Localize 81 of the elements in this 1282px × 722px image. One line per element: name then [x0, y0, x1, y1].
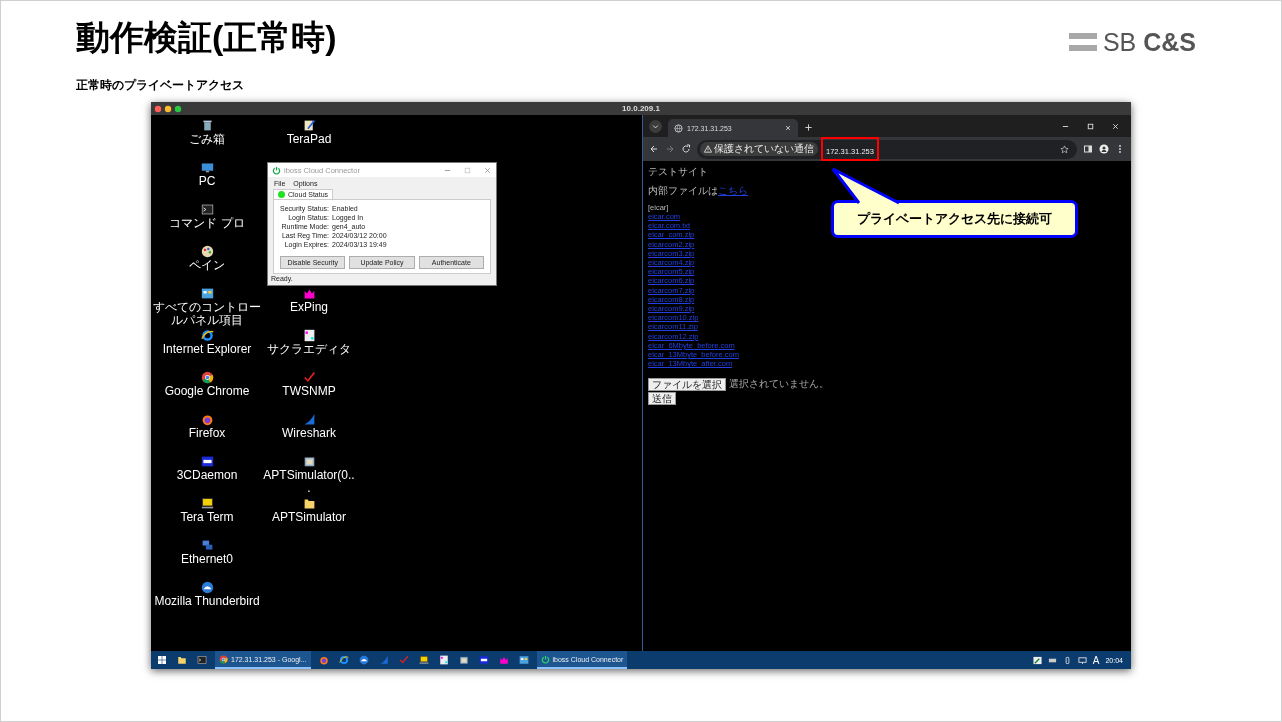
computers-icon[interactable]: [200, 539, 214, 552]
desktop-icon-label[interactable]: 3CDaemon: [176, 469, 238, 482]
desktop-icon-label[interactable]: Mozilla Thunderbird: [154, 595, 260, 608]
monitor-icon[interactable]: [418, 655, 429, 665]
tab-search-icon[interactable]: [649, 120, 662, 133]
folder-icon[interactable]: [177, 655, 187, 665]
desktop-icon-label[interactable]: TeraPad: [286, 133, 332, 146]
crown-icon[interactable]: [498, 655, 509, 665]
desktop-icon-label[interactable]: ExPing: [290, 301, 328, 314]
window-title: 10.0.209.1: [622, 104, 660, 113]
control-panel-icon[interactable]: [200, 287, 214, 300]
start-icon[interactable]: [157, 655, 167, 665]
color-wheel-icon[interactable]: [200, 371, 214, 384]
package-icon[interactable]: [302, 455, 316, 468]
checkmark-icon[interactable]: [302, 371, 316, 384]
security-chip[interactable]: 保護されていない通信: [700, 142, 818, 156]
monitor-icon[interactable]: [200, 497, 214, 510]
desktop-icon-label[interactable]: ペイン: [189, 259, 225, 272]
tile-icon[interactable]: [200, 455, 214, 468]
ime-indicator[interactable]: A: [1092, 654, 1100, 666]
network-icon[interactable]: [1032, 655, 1042, 665]
reload-icon[interactable]: [681, 144, 691, 154]
checkmark-icon[interactable]: [398, 655, 409, 665]
star-icon[interactable]: [1060, 144, 1069, 154]
crown-icon[interactable]: [302, 287, 316, 300]
desktop-icon-label[interactable]: APTSimulator(0...: [263, 469, 355, 495]
desktop-icon-label[interactable]: Wireshark: [282, 427, 336, 440]
orbit-icon[interactable]: [200, 329, 214, 342]
display-icon[interactable]: [1077, 655, 1087, 665]
folder-icon[interactable]: [302, 497, 316, 510]
slide-subtitle: 正常時のプライベートアクセス: [76, 77, 245, 94]
warning-icon: [704, 145, 712, 153]
file-choose-button[interactable]: ファイルを選択: [648, 378, 726, 392]
control-panel-icon[interactable]: [518, 655, 529, 665]
globe-icon: [674, 123, 683, 133]
package-icon[interactable]: [458, 655, 469, 665]
document-icon[interactable]: [302, 329, 316, 342]
close-icon[interactable]: [784, 124, 792, 132]
palette-icon[interactable]: [200, 245, 214, 258]
power-icon: [272, 165, 281, 175]
maximize-icon[interactable]: [1086, 122, 1095, 131]
orb-icon[interactable]: [318, 655, 329, 665]
power-icon: [540, 654, 550, 664]
desktop-icon-label[interactable]: ごみ箱: [189, 133, 225, 146]
desktop-icon-label[interactable]: すべてのコントロールパネル項目: [151, 301, 263, 327]
monitor-icon[interactable]: [200, 161, 214, 174]
security-label[interactable]: 保護されていない通信: [714, 144, 814, 154]
desktop-icon-label[interactable]: Ethernet0: [180, 553, 233, 566]
circle-icon[interactable]: [200, 581, 214, 594]
desktop-icon-label[interactable]: Internet Explorer: [162, 343, 252, 356]
desktop-icon-label[interactable]: PC: [198, 175, 216, 188]
orb-icon[interactable]: [200, 413, 214, 426]
back-arrow-icon[interactable]: [649, 144, 659, 154]
new-tab-icon[interactable]: [804, 123, 813, 132]
terminal-icon[interactable]: [200, 203, 214, 216]
circle-icon[interactable]: [358, 655, 369, 665]
terminal-icon[interactable]: [197, 655, 207, 665]
file-status-text: 選択されていません。: [729, 377, 829, 392]
desktop-icon-label[interactable]: APTSimulator: [272, 511, 346, 524]
page-text: 内部ファイルはこちら: [648, 184, 748, 197]
desktop-icon-label[interactable]: Google Chrome: [164, 385, 250, 398]
desktop-icon-label[interactable]: Tera Term: [180, 511, 234, 524]
tile-icon[interactable]: [478, 655, 489, 665]
close-icon[interactable]: [1111, 122, 1120, 131]
logo-text: SB C&S: [1102, 27, 1196, 57]
trash-icon[interactable]: [200, 119, 214, 132]
desktop-icon-label[interactable]: TWSNMP: [282, 385, 336, 398]
submit-button[interactable]: 送信: [648, 392, 676, 406]
window-buttons-icon[interactable]: [154, 104, 184, 113]
profile-icon[interactable]: [1099, 144, 1109, 154]
color-wheel-icon: [219, 654, 228, 664]
desktop-icon-label[interactable]: サクラエディタ: [267, 343, 351, 356]
side-panel-icon[interactable]: [1083, 144, 1093, 154]
slide-title: 動作検証(正常時): [76, 17, 337, 58]
page-heading: テストサイト: [648, 165, 708, 178]
desktop-icon-label[interactable]: Firefox: [188, 427, 226, 440]
pen-paper-icon[interactable]: [302, 119, 316, 132]
forward-arrow-icon[interactable]: [665, 144, 675, 154]
document-icon[interactable]: [438, 655, 449, 665]
desktop-icon-label[interactable]: コマンド プロ: [169, 217, 245, 230]
logo-bars-icon: [1068, 31, 1097, 53]
